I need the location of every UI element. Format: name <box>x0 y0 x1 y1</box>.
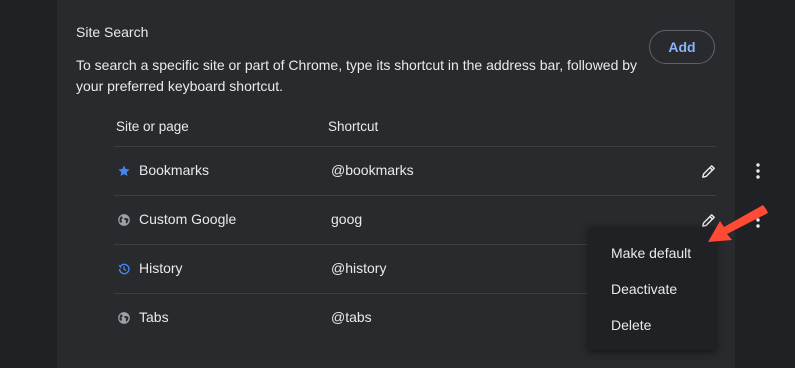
row-shortcut: goog <box>331 211 363 227</box>
section-title: Site Search <box>76 24 149 40</box>
history-icon <box>117 262 131 276</box>
annotation-arrow-icon <box>708 205 768 242</box>
row-site-name: History <box>139 260 183 276</box>
row-shortcut: @history <box>331 260 387 276</box>
section-description: To search a specific site or part of Chr… <box>76 57 638 94</box>
table-header: Site or page Shortcut <box>114 108 716 147</box>
edit-icon[interactable] <box>697 160 719 182</box>
row-shortcut: @tabs <box>331 309 372 325</box>
menu-item-delete[interactable]: Delete <box>588 307 716 343</box>
column-header-site: Site or page <box>116 119 189 134</box>
globe-icon <box>117 311 131 325</box>
context-menu: Make default Deactivate Delete <box>588 227 716 350</box>
more-vert-icon[interactable] <box>747 160 769 182</box>
menu-item-make-default[interactable]: Make default <box>588 235 716 271</box>
table-row: Bookmarks @bookmarks <box>114 147 760 196</box>
menu-item-deactivate[interactable]: Deactivate <box>588 271 716 307</box>
row-shortcut: @bookmarks <box>331 162 414 178</box>
star-icon <box>117 164 131 178</box>
column-header-shortcut: Shortcut <box>328 119 379 134</box>
globe-icon <box>117 213 131 227</box>
row-site-name: Tabs <box>139 309 169 325</box>
add-button[interactable]: Add <box>649 30 715 64</box>
row-site-name: Bookmarks <box>139 162 210 178</box>
row-site-name: Custom Google <box>139 211 237 227</box>
